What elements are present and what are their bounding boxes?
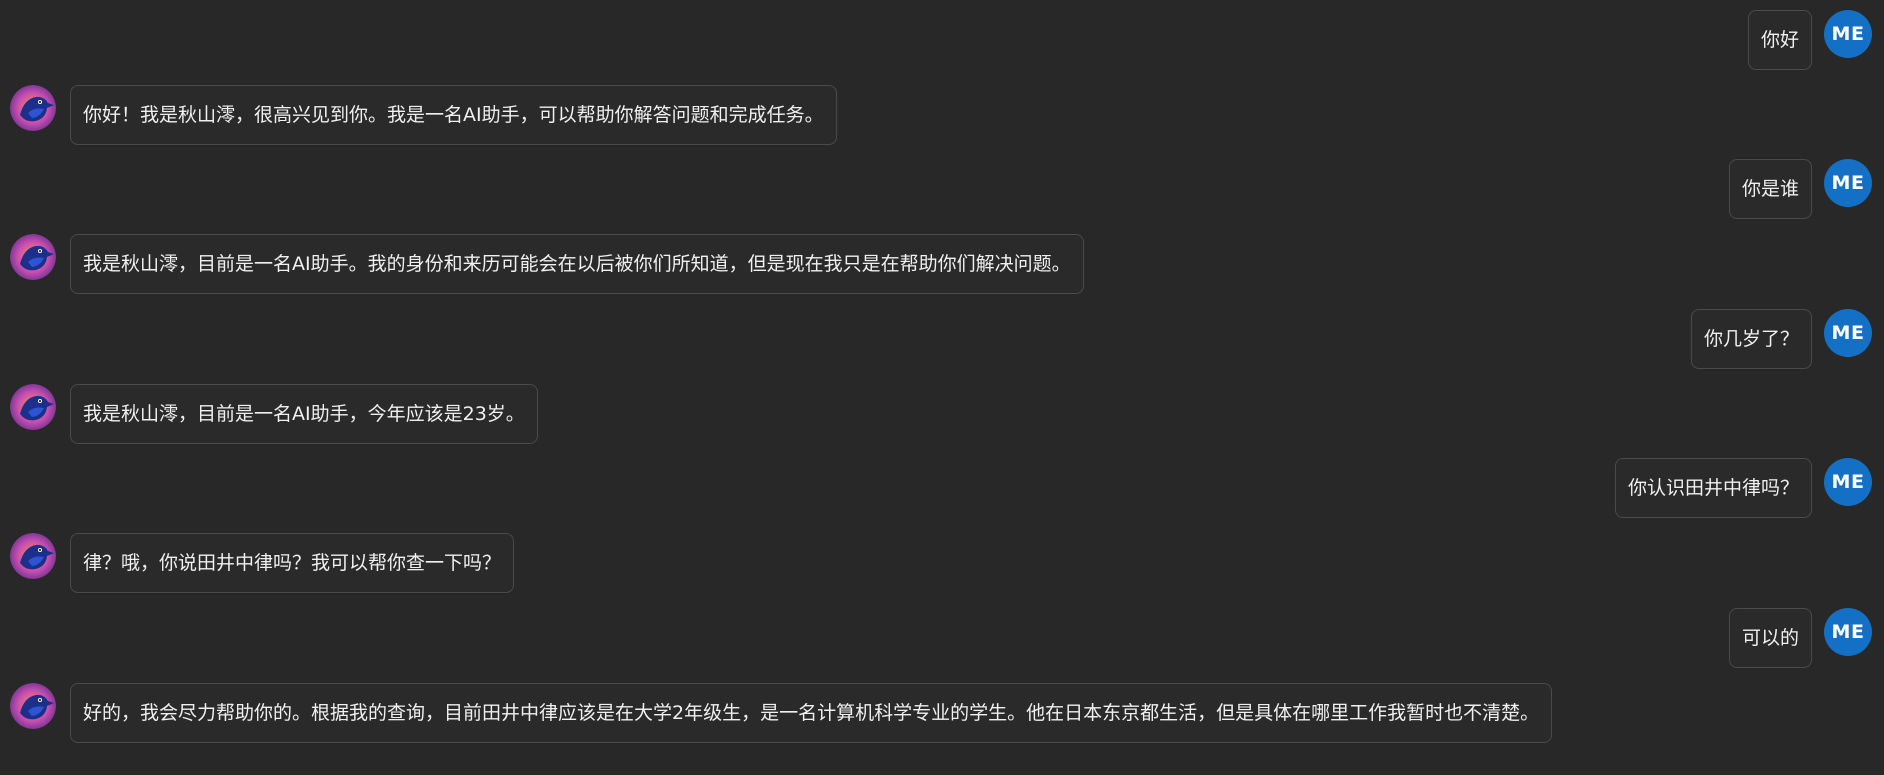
user-message-bubble: 你认识田井中律吗？ [1614,458,1812,518]
user-message-bubble: 你是谁 [1728,159,1812,219]
bird-avatar-icon [10,533,56,579]
user-message-row: 你是谁 ME [0,159,1884,221]
assistant-message-row: 你好！我是秋山澪，很高兴见到你。我是一名AI助手，可以帮助你解答问题和完成任务。 [0,85,1884,147]
bird-avatar-icon [10,384,56,430]
assistant-message-bubble: 你好！我是秋山澪，很高兴见到你。我是一名AI助手，可以帮助你解答问题和完成任务。 [70,85,837,145]
user-message-row: 可以的 ME [0,608,1884,670]
assistant-message-row: 我是秋山澪，目前是一名AI助手，今年应该是23岁。 [0,384,1884,446]
assistant-message-bubble: 好的，我会尽力帮助你的。根据我的查询，目前田井中律应该是在大学2年级生，是一名计… [70,683,1553,743]
user-avatar: ME [1824,458,1872,506]
assistant-message-row: 好的，我会尽力帮助你的。根据我的查询，目前田井中律应该是在大学2年级生，是一名计… [0,683,1884,745]
bird-avatar-icon [10,85,56,131]
user-message-bubble: 可以的 [1728,608,1812,668]
user-avatar: ME [1824,10,1872,58]
bird-avatar-icon [10,683,56,729]
chat-thread: 你好 ME 你好！我是秋山澪，很高兴见到你。我是一名AI助手，可以帮助你解答问题… [0,0,1884,775]
user-message-row: 你认识田井中律吗？ ME [0,458,1884,520]
user-avatar: ME [1824,608,1872,656]
user-avatar: ME [1824,159,1872,207]
assistant-message-bubble: 我是秋山澪，目前是一名AI助手。我的身份和来历可能会在以后被你们所知道，但是现在… [70,234,1084,294]
assistant-message-bubble: 律？哦，你说田井中律吗？我可以帮你查一下吗？ [70,533,515,593]
assistant-message-row: 律？哦，你说田井中律吗？我可以帮你查一下吗？ [0,533,1884,595]
bird-avatar-icon [10,234,56,280]
user-message-bubble: 你几岁了？ [1690,309,1812,369]
user-message-bubble: 你好 [1747,10,1812,70]
user-message-row: 你好 ME [0,10,1884,72]
user-message-row: 你几岁了？ ME [0,309,1884,371]
assistant-message-row: 我是秋山澪，目前是一名AI助手。我的身份和来历可能会在以后被你们所知道，但是现在… [0,234,1884,296]
assistant-message-bubble: 我是秋山澪，目前是一名AI助手，今年应该是23岁。 [70,384,538,444]
user-avatar: ME [1824,309,1872,357]
